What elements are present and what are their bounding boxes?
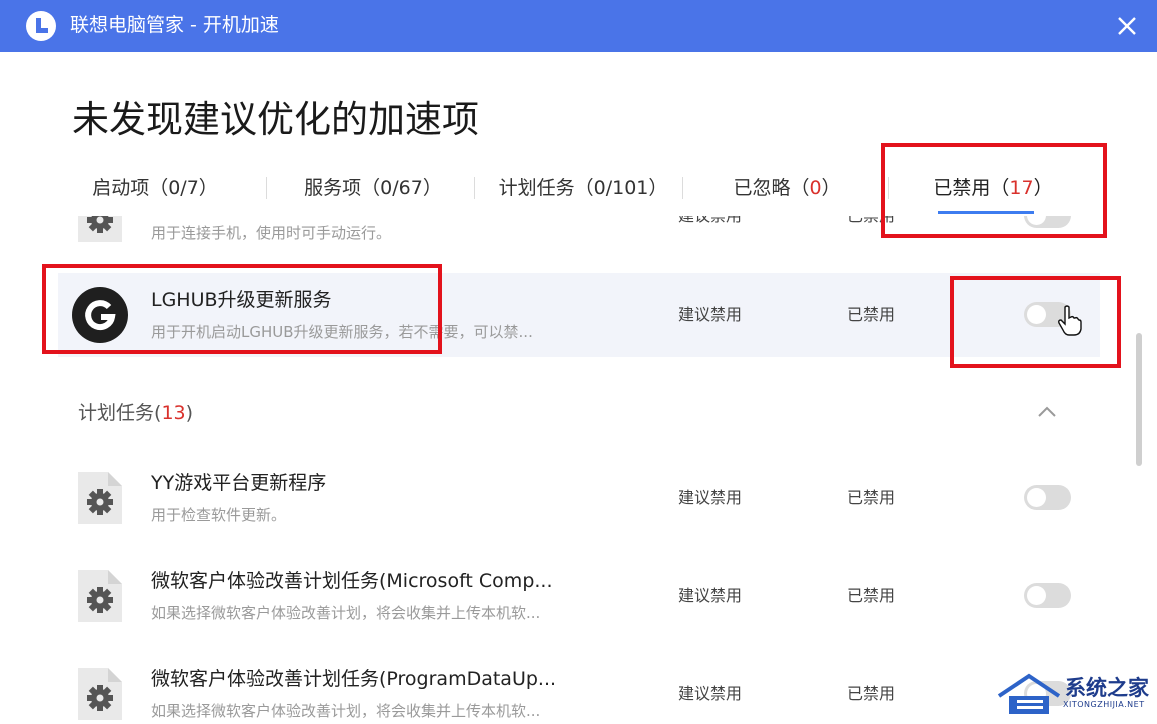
list-item: 微软客户体验改善计划任务(ProgramDataUp... 如果选择微软客户体验… — [58, 652, 1100, 724]
item-name: LGHUB升级更新服务 — [151, 289, 332, 311]
tab-divider — [888, 177, 889, 199]
tab-disabled[interactable]: 已禁用（17） — [926, 168, 1060, 208]
list-item: YY游戏平台更新程序 用于检查软件更新。 建议禁用 已禁用 — [58, 456, 1100, 540]
gear-file-icon — [72, 470, 128, 526]
gear-file-icon — [72, 666, 128, 722]
section-close: ) — [185, 402, 194, 424]
item-status: 已禁用 — [847, 586, 896, 605]
tab-disabled-label: 已禁用（ — [933, 177, 1010, 199]
tab-divider — [474, 177, 475, 199]
enable-toggle[interactable] — [1024, 583, 1071, 608]
tab-ignored-count: 0 — [809, 177, 822, 199]
list-item-lghub: LGHUB升级更新服务 用于开机启动LGHUB升级更新服务，若不需要，可以禁..… — [58, 273, 1100, 357]
item-name: 微软客户体验改善计划任务(ProgramDataUp... — [151, 668, 557, 690]
watermark: 系统之家 XITONGZHIJIA.NET — [995, 670, 1155, 722]
list-item: 用于连接手机，使用时可手动运行。 建议禁用 已禁用 — [58, 216, 1100, 258]
item-desc: 用于检查软件更新。 — [151, 506, 287, 524]
tab-disabled-close: ） — [1033, 177, 1053, 199]
close-icon — [1118, 17, 1136, 35]
tab-disabled-count: 17 — [1009, 177, 1034, 199]
list-item: 微软客户体验改善计划任务(Microsoft Comp... 如果选择微软客户体… — [58, 554, 1100, 638]
item-name: YY游戏平台更新程序 — [151, 472, 327, 494]
tab-services[interactable]: 服务项（0/67） — [288, 168, 458, 208]
toggle-knob — [1027, 488, 1046, 507]
item-suggestion: 建议禁用 — [678, 586, 743, 605]
item-status: 已禁用 — [847, 684, 896, 703]
watermark-text: 系统之家 — [1065, 676, 1149, 700]
item-suggestion: 建议禁用 — [678, 684, 743, 703]
item-desc: 如果选择微软客户体验改善计划，将会收集并上传本机软... — [151, 604, 541, 622]
logitech-g-icon — [72, 287, 128, 343]
section-title: 计划任务(13) — [78, 400, 193, 426]
house-logo-icon — [997, 673, 1061, 714]
section-label: 计划任务 — [78, 402, 155, 424]
tab-scheduled-tasks[interactable]: 计划任务（0/101） — [488, 168, 678, 208]
tab-ignored-close: ） — [821, 177, 841, 199]
tab-divider — [682, 177, 683, 199]
toggle-knob — [1027, 305, 1046, 324]
tab-ignored[interactable]: 已忽略（0） — [722, 168, 852, 208]
item-desc: 如果选择微软客户体验改善计划，将会收集并上传本机软... — [151, 702, 541, 720]
watermark-subtext: XITONGZHIJIA.NET — [1063, 700, 1145, 709]
toggle-knob — [1027, 586, 1046, 605]
chevron-up-icon — [1038, 406, 1056, 417]
item-name: 微软客户体验改善计划任务(Microsoft Comp... — [151, 570, 553, 592]
tab-ignored-label: 已忽略（ — [733, 177, 810, 199]
item-desc: 用于开机启动LGHUB升级更新服务，若不需要，可以禁... — [151, 323, 533, 341]
item-status: 已禁用 — [847, 216, 895, 228]
gear-file-icon — [72, 568, 128, 624]
item-suggestion: 建议禁用 — [678, 216, 742, 228]
enable-toggle[interactable] — [1024, 485, 1071, 510]
item-status: 已禁用 — [847, 305, 896, 324]
lenovo-logo-icon — [26, 11, 56, 41]
tab-divider — [266, 177, 267, 199]
item-suggestion: 建议禁用 — [678, 305, 743, 324]
active-tab-indicator — [938, 211, 1034, 214]
tab-bar: 启动项（0/7） 服务项（0/67） 计划任务（0/101） 已忽略（0） 已禁… — [60, 168, 1110, 216]
close-button[interactable] — [1111, 10, 1143, 42]
gear-file-icon — [72, 216, 128, 244]
hand-cursor-icon — [1058, 305, 1082, 341]
collapse-button[interactable] — [1036, 404, 1058, 420]
section-count: 13 — [161, 402, 186, 424]
window-title: 联想电脑管家 - 开机加速 — [70, 14, 279, 36]
scrollbar-thumb[interactable] — [1136, 333, 1142, 466]
enable-toggle[interactable] — [1024, 216, 1071, 228]
item-suggestion: 建议禁用 — [678, 488, 743, 507]
toggle-knob — [1027, 216, 1046, 225]
title-bar: 联想电脑管家 - 开机加速 — [0, 0, 1157, 52]
item-desc: 用于连接手机，使用时可手动运行。 — [151, 224, 392, 242]
item-status: 已禁用 — [847, 488, 896, 507]
item-list: 用于连接手机，使用时可手动运行。 建议禁用 已禁用 LGHUB升级更新服务 用于… — [0, 216, 1157, 724]
tab-startup[interactable]: 启动项（0/7） — [80, 168, 230, 208]
page-headline: 未发现建议优化的加速项 — [72, 98, 479, 141]
